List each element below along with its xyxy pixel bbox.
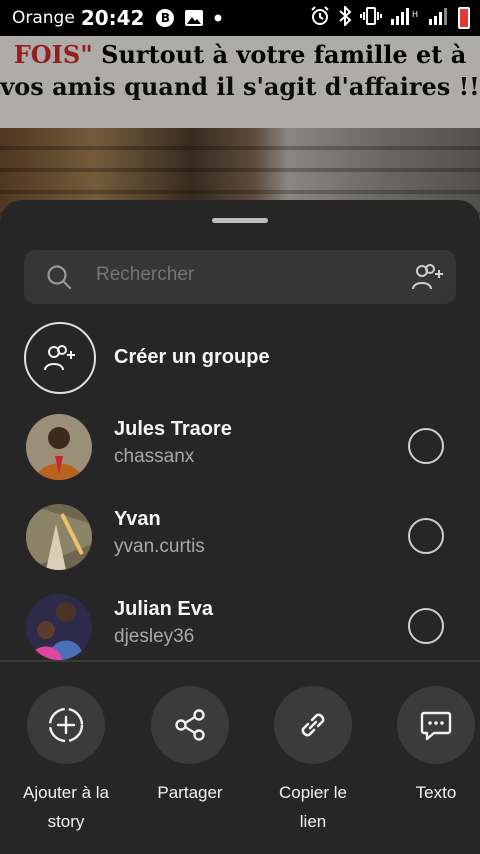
link-icon (301, 713, 325, 737)
create-group-row[interactable]: Créer un groupe (0, 322, 480, 402)
create-group-label: Créer un groupe (114, 346, 270, 368)
search-bar[interactable] (24, 250, 456, 304)
action-label-line1: Texto (415, 783, 457, 802)
search-icon (47, 265, 72, 290)
message-icon (420, 711, 452, 741)
vibrate-icon (360, 7, 382, 29)
status-bar: Orange 20:42 B H (0, 0, 480, 36)
select-radio[interactable] (408, 518, 444, 554)
action-label-line1: Partager (157, 783, 223, 802)
alarm-icon (310, 6, 330, 30)
add-to-story-button[interactable]: Ajouter à la story (6, 686, 126, 836)
contact-username: djesley36 (114, 626, 195, 647)
contact-row[interactable]: Jules Traore chassanx (0, 406, 480, 486)
avatar (26, 414, 92, 480)
action-label-line1: Ajouter à la (23, 783, 109, 802)
contact-name: Yvan (114, 508, 161, 530)
share-icon (175, 709, 205, 741)
contact-username: yvan.curtis (114, 536, 205, 557)
signal-icon: H (390, 7, 420, 29)
create-group-avatar (24, 322, 96, 394)
action-label-line2: story (47, 812, 85, 831)
drag-handle[interactable] (212, 218, 268, 223)
add-story-icon (48, 707, 84, 743)
avatar (26, 594, 92, 660)
divider (0, 660, 480, 662)
add-people-icon[interactable] (410, 262, 446, 292)
contact-row[interactable]: Julian Eva djesley36 (0, 586, 480, 666)
search-input[interactable] (96, 264, 396, 286)
select-radio[interactable] (408, 428, 444, 464)
select-radio[interactable] (408, 608, 444, 644)
add-people-icon (44, 345, 75, 371)
action-label-line2: lien (299, 812, 327, 831)
share-sheet: Créer un groupe Jules Traore chassanx Yv… (0, 200, 480, 854)
dot-icon (214, 14, 222, 22)
avatar (26, 504, 92, 570)
app-notification-icon: B (156, 9, 175, 27)
notification-badge: B (156, 9, 175, 27)
carrier-name: Orange (12, 8, 75, 28)
contact-name: Jules Traore (114, 418, 232, 440)
copy-link-button[interactable]: Copier le lien (253, 686, 373, 836)
signal-icon-2 (428, 7, 450, 29)
share-button[interactable]: Partager (130, 686, 250, 807)
status-time: 20:42 (80, 6, 145, 30)
svg-text:H: H (412, 10, 418, 19)
gallery-notification-icon (184, 9, 204, 27)
battery-icon (458, 7, 470, 29)
action-label-line1: Copier le (278, 783, 348, 802)
contact-row[interactable]: Yvan yvan.curtis (0, 496, 480, 576)
contact-name: Julian Eva (114, 598, 213, 620)
text-message-button[interactable]: Texto (376, 686, 480, 807)
bluetooth-icon (338, 4, 352, 30)
contact-username: chassanx (114, 446, 195, 467)
